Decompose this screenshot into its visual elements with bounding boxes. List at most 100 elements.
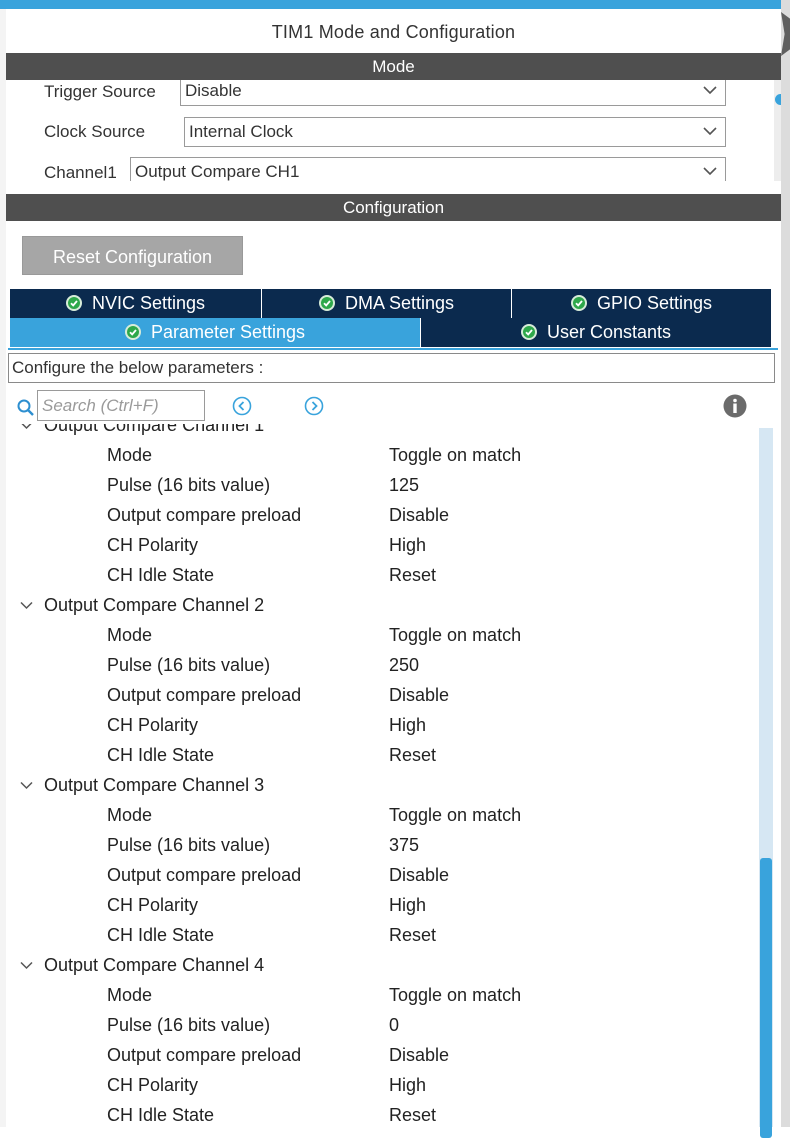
param-value[interactable]: Disable	[389, 680, 449, 710]
param-value[interactable]: Toggle on match	[389, 620, 521, 650]
param-key: Output compare preload	[107, 865, 302, 885]
channel1-row: Channel1 Output Compare CH1	[6, 156, 766, 181]
mode-panel: Trigger Source Disable Clock Source Inte…	[6, 80, 781, 181]
param-value[interactable]: Disable	[389, 1040, 449, 1070]
param-key: Output compare preload	[107, 505, 302, 525]
next-icon[interactable]	[304, 396, 324, 416]
tab-parameter-settings[interactable]: Parameter Settings	[10, 318, 420, 347]
param-key: CH Idle State	[107, 1105, 215, 1125]
collapse-chevron-icon[interactable]	[20, 961, 33, 970]
tab-nvic-settings[interactable]: NVIC Settings	[10, 289, 261, 318]
param-row[interactable]: CH Idle State Reset	[8, 1100, 758, 1127]
check-circle-icon	[520, 324, 537, 340]
group-output-compare-channel-3[interactable]: Output Compare Channel 3	[8, 770, 758, 800]
param-row[interactable]: CH Idle State Reset	[8, 740, 758, 770]
param-row[interactable]: Mode Toggle on match	[8, 980, 758, 1010]
param-key: CH Idle State	[107, 745, 215, 765]
group-label: Output Compare Channel 1	[44, 424, 265, 435]
tab-dma-settings[interactable]: DMA Settings	[262, 289, 511, 318]
tab-gpio-settings[interactable]: GPIO Settings	[512, 289, 771, 318]
check-circle-icon	[570, 295, 587, 311]
param-key: CH Polarity	[107, 1075, 199, 1095]
param-value[interactable]: Reset	[389, 560, 436, 590]
chevron-down-icon	[703, 127, 717, 136]
chevron-down-icon	[703, 167, 717, 176]
trigger-source-row: Trigger Source Disable	[6, 80, 766, 110]
collapse-chevron-icon[interactable]	[20, 781, 33, 790]
param-row[interactable]: CH Idle State Reset	[8, 920, 758, 950]
window-title: TIM1 Mode and Configuration	[271, 22, 516, 42]
tab-label: DMA Settings	[344, 293, 455, 313]
param-value[interactable]: High	[389, 530, 426, 560]
param-value[interactable]: Toggle on match	[389, 980, 521, 1010]
param-value[interactable]: Disable	[389, 860, 449, 890]
param-value[interactable]: 125	[389, 470, 419, 500]
param-row[interactable]: Output compare preload Disable	[8, 680, 758, 710]
group-output-compare-channel-2[interactable]: Output Compare Channel 2	[8, 590, 758, 620]
tab-user-constants[interactable]: User Constants	[421, 318, 771, 347]
param-row[interactable]: Mode Toggle on match	[8, 800, 758, 830]
group-output-compare-channel-1[interactable]: Output Compare Channel 1	[8, 424, 758, 440]
param-value[interactable]: Toggle on match	[389, 800, 521, 830]
group-output-compare-channel-4[interactable]: Output Compare Channel 4	[8, 950, 758, 980]
param-row[interactable]: Mode Toggle on match	[8, 440, 758, 470]
param-row[interactable]: Pulse (16 bits value) 375	[8, 830, 758, 860]
param-value[interactable]: Reset	[389, 740, 436, 770]
param-value[interactable]: High	[389, 890, 426, 920]
collapse-handle-icon[interactable]	[781, 12, 790, 56]
mode-scrollbar-thumb[interactable]	[775, 94, 781, 105]
collapse-chevron-icon[interactable]	[20, 424, 33, 430]
param-row[interactable]: Pulse (16 bits value) 250	[8, 650, 758, 680]
channel1-select[interactable]: Output Compare CH1	[130, 157, 726, 181]
param-value[interactable]: 0	[389, 1010, 399, 1040]
parameters-description: Configure the below parameters :	[8, 353, 775, 383]
check-circle-icon	[124, 324, 141, 340]
param-row[interactable]: CH Polarity High	[8, 890, 758, 920]
search-input[interactable]	[37, 390, 205, 421]
param-row[interactable]: CH Polarity High	[8, 530, 758, 560]
param-row[interactable]: Output compare preload Disable	[8, 1040, 758, 1070]
clock-source-label: Clock Source	[44, 122, 146, 141]
param-key: Output compare preload	[107, 685, 302, 705]
param-value[interactable]: High	[389, 710, 426, 740]
mode-section-header: Mode	[6, 53, 781, 80]
param-row[interactable]: Output compare preload Disable	[8, 500, 758, 530]
param-value[interactable]: Reset	[389, 1100, 436, 1127]
param-value[interactable]: High	[389, 1070, 426, 1100]
mode-scrollbar[interactable]	[774, 80, 781, 181]
param-key: Mode	[107, 445, 153, 465]
param-row[interactable]: Pulse (16 bits value) 125	[8, 470, 758, 500]
param-key: CH Idle State	[107, 925, 215, 945]
previous-icon[interactable]	[232, 396, 252, 416]
param-value[interactable]: Toggle on match	[389, 440, 521, 470]
param-key: CH Polarity	[107, 535, 199, 555]
check-circle-icon	[65, 295, 82, 311]
param-row[interactable]: CH Polarity High	[8, 1070, 758, 1100]
param-row[interactable]: Pulse (16 bits value) 0	[8, 1010, 758, 1040]
param-row[interactable]: CH Polarity High	[8, 710, 758, 740]
channel1-value: Output Compare CH1	[135, 162, 300, 181]
param-row[interactable]: CH Idle State Reset	[8, 560, 758, 590]
param-value[interactable]: 250	[389, 650, 419, 680]
parameter-scrollbar-thumb[interactable]	[760, 858, 772, 1138]
param-key: Pulse (16 bits value)	[107, 475, 271, 495]
tab-label: Parameter Settings	[150, 322, 306, 342]
trigger-source-select[interactable]: Disable	[180, 80, 726, 106]
tab-label: GPIO Settings	[596, 293, 713, 313]
param-value[interactable]: Disable	[389, 500, 449, 530]
clock-source-value: Internal Clock	[189, 122, 293, 141]
tab-label: User Constants	[546, 322, 672, 342]
param-row[interactable]: Output compare preload Disable	[8, 860, 758, 890]
info-icon[interactable]	[723, 394, 747, 418]
collapse-chevron-icon[interactable]	[20, 601, 33, 610]
param-row[interactable]: Mode Toggle on match	[8, 620, 758, 650]
top-accent-bar	[0, 0, 790, 9]
clock-source-select[interactable]: Internal Clock	[184, 117, 726, 147]
reset-configuration-button[interactable]: Reset Configuration	[22, 236, 243, 275]
param-value[interactable]: Reset	[389, 920, 436, 950]
param-key: Mode	[107, 985, 153, 1005]
param-value[interactable]: 375	[389, 830, 419, 860]
window-edge-handle[interactable]	[781, 0, 790, 1127]
tab-underline	[8, 348, 778, 350]
parameter-scrollbar[interactable]	[759, 428, 773, 1138]
